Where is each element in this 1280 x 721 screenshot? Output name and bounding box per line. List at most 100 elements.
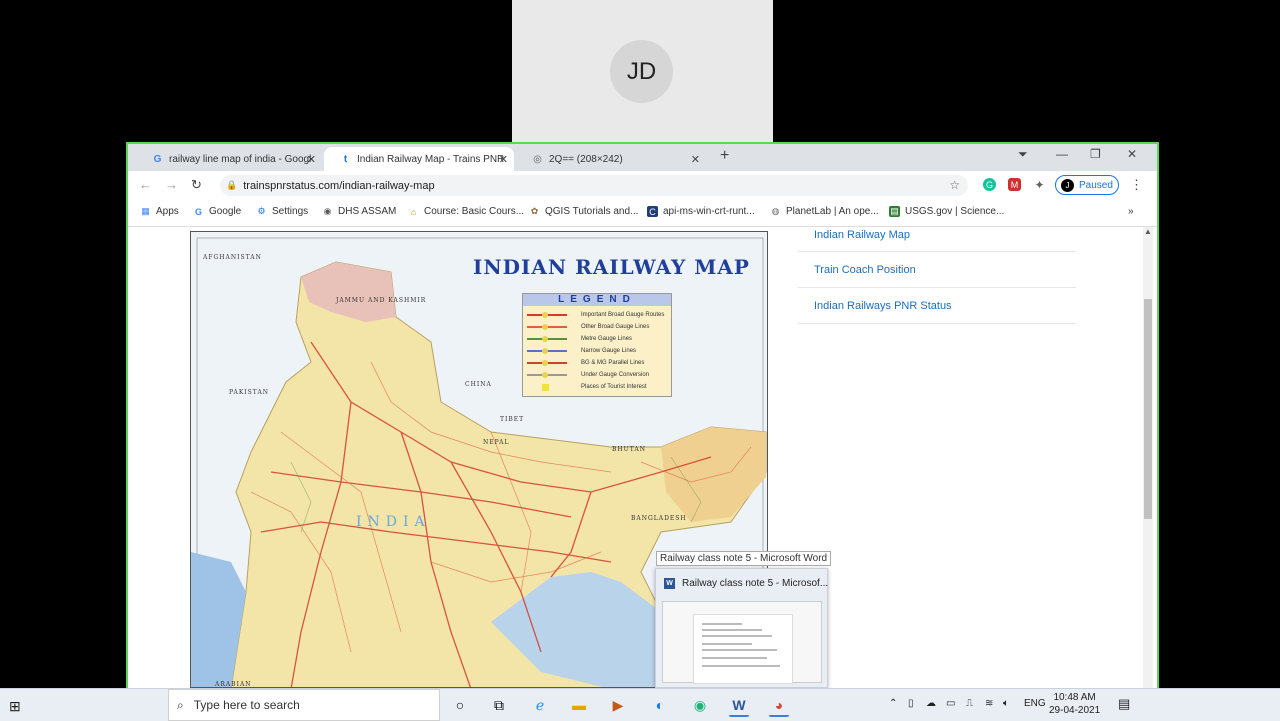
lock-icon: 🔒: [226, 180, 238, 190]
file-explorer-icon[interactable]: ▬: [569, 695, 589, 715]
close-icon[interactable]: ✕: [307, 153, 316, 166]
usgs-icon: ▤: [889, 206, 900, 217]
minimize-button[interactable]: —: [1056, 147, 1068, 161]
media-player-icon[interactable]: ▶: [608, 695, 628, 715]
edge-icon[interactable]: ◐: [650, 695, 670, 715]
map-label-arabian: ARABIAN: [215, 681, 252, 688]
restore-button[interactable]: ❐: [1090, 147, 1101, 161]
cortana-icon[interactable]: ○: [450, 695, 470, 715]
bookmark-label: USGS.gov | Science...: [905, 206, 1005, 217]
gear-icon: ⚙: [257, 206, 266, 216]
preview-thumbnail: [662, 601, 822, 684]
tab-strip: G railway line map of india - Googl ✕ t …: [128, 144, 1157, 171]
app-icon[interactable]: ◉: [690, 695, 710, 715]
bookmark-label: Settings: [272, 206, 309, 217]
profile-button[interactable]: J Paused: [1055, 175, 1119, 195]
bookmark-course[interactable]: ⌂ Course: Basic Cours...: [408, 206, 524, 217]
bookmark-usgs[interactable]: ▤ USGS.gov | Science...: [889, 206, 1004, 217]
legend-item: Narrow Gauge Lines: [527, 345, 636, 356]
menu-kebab-icon[interactable]: ⋮: [1130, 177, 1143, 193]
bookmark-label: Apps: [156, 206, 179, 217]
wifi-icon[interactable]: ≋: [985, 698, 993, 709]
close-icon[interactable]: ✕: [691, 153, 700, 166]
legend-swatch: [527, 311, 567, 318]
search-placeholder: Type here to search: [193, 698, 300, 712]
tab-search-icon[interactable]: ⏷: [1018, 147, 1028, 162]
legend-swatch: [527, 383, 567, 391]
browser-window: G railway line map of india - Googl ✕ t …: [126, 142, 1159, 721]
onedrive-icon[interactable]: ☁: [926, 698, 936, 709]
bookmark-label: QGIS Tutorials and...: [545, 206, 639, 217]
sidebar-item-train-coach-position[interactable]: Train Coach Position: [798, 252, 1076, 288]
word-window-preview[interactable]: W Railway class note 5 - Microsof...: [655, 568, 828, 688]
planetlab-icon: ◍: [771, 206, 780, 216]
bookmark-google[interactable]: G Google: [193, 206, 241, 217]
legend-swatch: [527, 347, 567, 354]
legend-label: Narrow Gauge Lines: [581, 347, 637, 354]
bookmark-api-ms[interactable]: Capi-ms-win-crt-runt...: [647, 206, 755, 217]
device-icon[interactable]: ▯: [908, 698, 914, 709]
close-window-button[interactable]: ✕: [1127, 147, 1137, 161]
back-arrow-icon[interactable]: ←: [139, 177, 152, 192]
bookmarks-overflow-icon[interactable]: »: [1128, 206, 1134, 217]
legend-swatch: [527, 359, 567, 366]
bookmark-settings[interactable]: ⚙ Settings: [256, 206, 308, 217]
legend-label: BG & MG Parallel Lines: [581, 359, 645, 366]
windows-start-icon[interactable]: ⊞: [9, 698, 21, 715]
internet-explorer-icon[interactable]: ℯ: [530, 695, 550, 715]
google-icon: G: [194, 206, 202, 217]
globe-icon: ◉: [323, 206, 332, 216]
scroll-up-icon[interactable]: ▲: [1143, 227, 1153, 236]
legend-label: Other Broad Gauge Lines: [581, 323, 650, 330]
reload-icon[interactable]: ↻: [191, 177, 202, 193]
scrollbar-thumb[interactable]: [1144, 299, 1152, 519]
preview-title-row: W Railway class note 5 - Microsof...: [664, 578, 828, 589]
bookmark-qgis[interactable]: ✿ QGIS Tutorials and...: [529, 206, 639, 217]
legend-item: Important Broad Gauge Routes: [527, 309, 664, 320]
bookmark-dhs-assam[interactable]: ◉ DHS ASSAM: [322, 206, 397, 217]
search-icon: ⌕: [177, 697, 184, 712]
legend-swatch: [527, 323, 567, 330]
browser-toolbar: ← → ↻ 🔒 trainspnrstatus.com/indian-railw…: [128, 171, 1157, 200]
profile-avatar: J: [1061, 178, 1074, 192]
grammarly-icon[interactable]: G: [983, 178, 996, 191]
show-hidden-icons[interactable]: ⌃: [889, 698, 897, 709]
sidebar-item-pnr-status[interactable]: Indian Railways PNR Status: [798, 288, 1076, 324]
participant-avatar: JD: [610, 40, 673, 103]
language-indicator[interactable]: ENG: [1024, 698, 1046, 709]
volume-icon[interactable]: 🔈︎: [1003, 698, 1009, 709]
battery-icon[interactable]: ▭: [946, 698, 955, 709]
sidebar-item-indian-railway-map[interactable]: Indian Railway Map: [798, 227, 1076, 252]
tab-image[interactable]: ◎ 2Q== (208×242) ✕: [516, 147, 706, 171]
new-tab-button[interactable]: +: [720, 147, 729, 165]
course-icon: ⌂: [410, 206, 417, 217]
word-taskbar-icon[interactable]: W: [729, 695, 749, 717]
tab-indian-railway-map[interactable]: t Indian Railway Map - Trains PNR ✕: [324, 147, 514, 171]
address-bar[interactable]: 🔒 trainspnrstatus.com/indian-railway-map…: [220, 175, 968, 196]
tab-google-search[interactable]: G railway line map of india - Googl ✕: [136, 147, 322, 171]
task-view-icon[interactable]: ⧉: [489, 695, 509, 715]
bookmark-label: DHS ASSAM: [338, 206, 397, 217]
clock-date: 29-04-2021: [1049, 705, 1101, 716]
bookmark-planetlab[interactable]: ◍ PlanetLab | An ope...: [770, 206, 879, 217]
legend-item: BG & MG Parallel Lines: [527, 357, 644, 368]
mendeley-icon[interactable]: M: [1008, 178, 1021, 191]
microphone-icon[interactable]: ⎍: [966, 698, 973, 709]
taskbar-search[interactable]: ⌕ Type here to search: [168, 689, 440, 721]
forward-arrow-icon[interactable]: →: [165, 177, 178, 192]
extensions-puzzle-icon[interactable]: ✦: [1033, 178, 1046, 192]
system-clock[interactable]: 10:48 AM 29-04-2021: [1049, 691, 1100, 717]
close-icon[interactable]: ✕: [499, 153, 508, 166]
google-icon: G: [153, 153, 162, 165]
map-label-bhutan: BHUTAN: [612, 446, 646, 453]
bookmark-apps[interactable]: ▦ Apps: [140, 206, 179, 217]
bookmark-label: PlanetLab | An ope...: [786, 206, 879, 217]
page-scrollbar[interactable]: ▲: [1143, 227, 1153, 688]
chrome-icon[interactable]: ◕: [769, 695, 789, 717]
site-icon: C: [647, 206, 658, 217]
tab-title: Indian Railway Map - Trains PNR: [357, 153, 505, 165]
legend-item: Places of Tourist Interest: [527, 381, 647, 392]
qgis-icon: ✿: [530, 206, 539, 216]
bookmark-star-icon[interactable]: ☆: [949, 178, 960, 192]
notifications-icon[interactable]: ▤: [1118, 696, 1130, 712]
